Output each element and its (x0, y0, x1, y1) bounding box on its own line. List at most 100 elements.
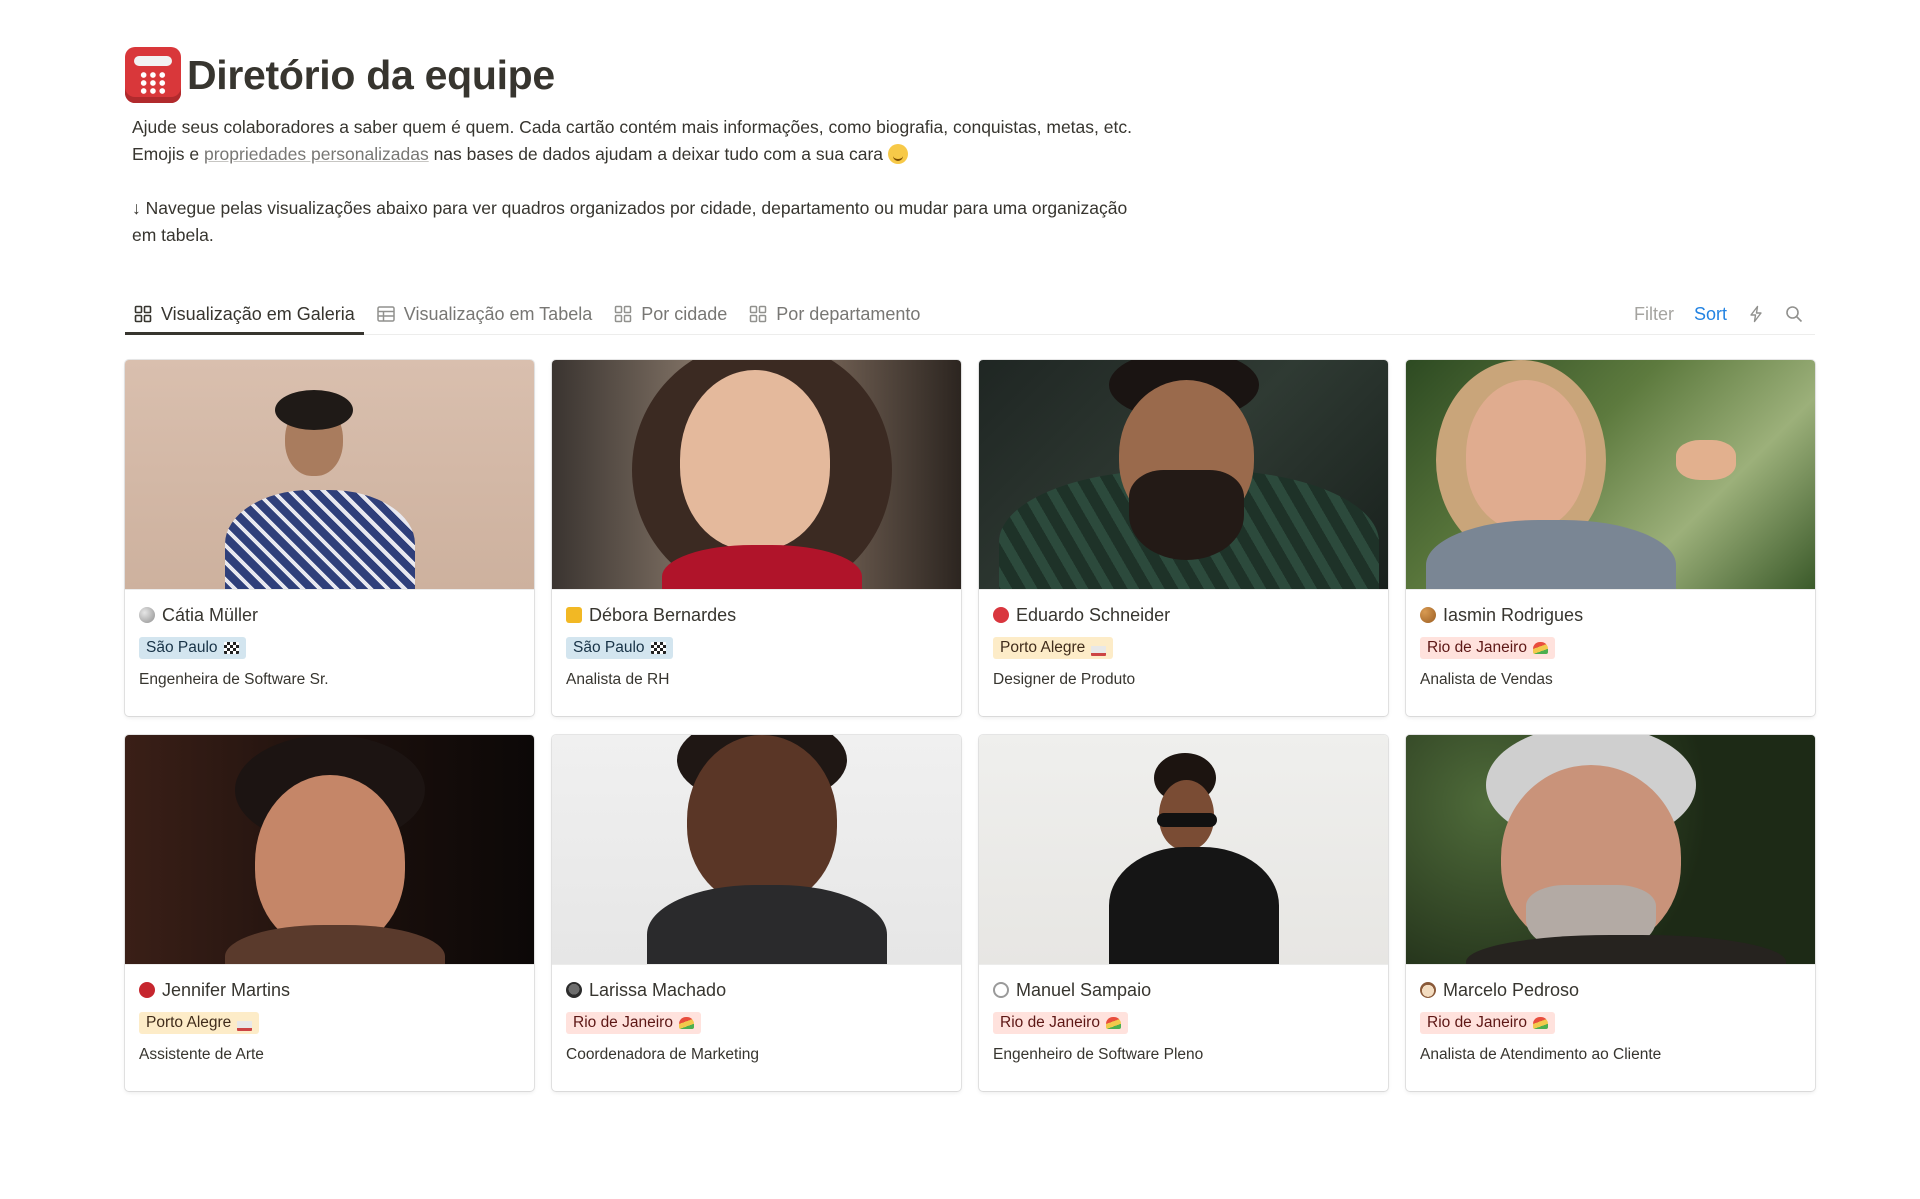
city-label: Rio de Janeiro (1427, 1014, 1527, 1031)
card-role: Coordenadora de Marketing (566, 1046, 760, 1063)
card-name: Débora Bernardes (589, 604, 737, 625)
card-title-row: Larissa Machado (566, 978, 947, 1002)
city-tag: Rio de Janeiro (1420, 637, 1555, 659)
city-tag: Rio de Janeiro (566, 1012, 701, 1034)
city-label: Porto Alegre (1000, 639, 1086, 656)
tab-gallery-view[interactable]: Visualização em Galeria (125, 294, 364, 335)
city-tag: Rio de Janeiro (993, 1012, 1128, 1034)
city-tag: São Paulo (139, 637, 246, 659)
city-tag: Porto Alegre (139, 1012, 260, 1034)
card-name: Jennifer Martins (162, 979, 291, 1000)
city-label: Rio de Janeiro (573, 1014, 673, 1031)
gallery-grid-icon (134, 305, 152, 323)
city-label: Rio de Janeiro (1000, 1014, 1100, 1031)
bathtub-icon (1091, 640, 1107, 656)
card-cover-photo (1406, 360, 1815, 590)
gallery-card[interactable]: Eduardo Schneider Porto Alegre Designer … (979, 360, 1388, 716)
bathtub-icon (237, 1015, 253, 1031)
card-role: Engenheiro de Software Pleno (993, 1046, 1204, 1063)
card-cover-photo (552, 735, 961, 965)
card-name: Larissa Machado (589, 979, 727, 1000)
beach-umbrella-icon (1532, 1017, 1548, 1029)
gallery-card[interactable]: Débora Bernardes São Paulo Analista de R… (552, 360, 961, 716)
title-row: Diretório da equipe (125, 42, 1815, 108)
beach-umbrella-icon (1532, 642, 1548, 654)
custom-properties-link[interactable]: propriedades personalizadas (204, 144, 429, 164)
tab-label: Por cidade (641, 303, 728, 324)
card-name: Cátia Müller (162, 604, 259, 625)
card-cover-photo (1406, 735, 1815, 965)
card-role: Analista de Atendimento ao Cliente (1420, 1046, 1662, 1063)
cookie-icon (1420, 607, 1436, 623)
tab-by-department[interactable]: Por departamento (740, 294, 929, 334)
table-icon (377, 306, 395, 322)
checkered-flag-icon (650, 642, 666, 654)
card-cover-photo (979, 360, 1388, 590)
card-role: Assistente de Arte (139, 1046, 264, 1063)
card-cover-photo (552, 360, 961, 590)
card-title-row: Manuel Sampaio (993, 978, 1374, 1002)
tab-by-city[interactable]: Por cidade (605, 294, 736, 334)
board-grid-icon (750, 305, 767, 323)
tab-label: Por departamento (776, 303, 921, 324)
card-cover-photo (125, 735, 534, 965)
tab-label: Visualização em Tabela (403, 303, 593, 324)
card-title-row: Débora Bernardes (566, 603, 947, 627)
gallery-card[interactable]: Marcelo Pedroso Rio de Janeiro Analista … (1406, 735, 1815, 1091)
ping-pong-icon (993, 607, 1009, 623)
headphones-icon (993, 982, 1009, 998)
search-icon[interactable] (1785, 305, 1803, 323)
city-label: São Paulo (146, 639, 218, 656)
tab-label: Visualização em Galeria (161, 303, 355, 324)
card-title-row: Cátia Müller (139, 603, 520, 627)
navigation-hint: ↓ Navegue pelas visualizações abaixo par… (132, 198, 1128, 245)
beach-umbrella-icon (678, 1017, 694, 1029)
gallery-card[interactable]: Manuel Sampaio Rio de Janeiro Engenheiro… (979, 735, 1388, 1091)
card-cover-photo (125, 360, 534, 590)
filter-button[interactable]: Filter (1634, 304, 1674, 325)
city-tag: Porto Alegre (993, 637, 1114, 659)
checkered-flag-icon (223, 642, 239, 654)
gallery-card[interactable]: Cátia Müller São Paulo Engenheira de Sof… (125, 360, 534, 716)
page-title[interactable]: Diretório da equipe (187, 52, 555, 99)
card-title-row: Marcelo Pedroso (1420, 978, 1801, 1002)
page-content: Diretório da equipe Ajude seus colaborad… (125, 42, 1815, 1091)
card-title-row: Eduardo Schneider (993, 603, 1374, 627)
winking-face-icon (887, 144, 908, 164)
description-paragraph: Ajude seus colaboradores a saber quem é … (132, 114, 1132, 168)
card-role: Designer de Produto (993, 671, 1136, 688)
lightning-icon[interactable] (1747, 305, 1765, 323)
gallery-card[interactable]: Larissa Machado Rio de Janeiro Coordenad… (552, 735, 961, 1091)
page-description: Ajude seus colaboradores a saber quem é … (132, 114, 1132, 249)
description-text-end: nas bases de dados ajudam a deixar tudo … (428, 144, 888, 164)
view-tabs-bar: Visualização em Galeria Visualização em … (125, 294, 1815, 335)
city-label: Rio de Janeiro (1427, 639, 1527, 656)
gallery-card[interactable]: Iasmin Rodrigues Rio de Janeiro Analista… (1406, 360, 1815, 716)
tab-table-view[interactable]: Visualização em Tabela (368, 294, 601, 334)
card-name: Eduardo Schneider (1016, 604, 1171, 625)
gallery-grid: Cátia Müller São Paulo Engenheira de Sof… (125, 360, 1815, 1091)
beach-umbrella-icon (1105, 1017, 1121, 1029)
card-title-row: Iasmin Rodrigues (1420, 603, 1801, 627)
dog-face-icon (1420, 982, 1436, 998)
card-role: Analista de Vendas (1420, 671, 1553, 688)
card-name: Iasmin Rodrigues (1443, 604, 1584, 625)
crown-icon (566, 607, 582, 623)
card-role: Analista de RH (566, 671, 670, 688)
card-name: Marcelo Pedroso (1443, 979, 1580, 1000)
moon-icon (139, 607, 155, 623)
card-role: Engenheira de Software Sr. (139, 671, 329, 688)
sort-button[interactable]: Sort (1694, 304, 1727, 325)
raccoon-icon (566, 982, 582, 998)
board-grid-icon (614, 305, 632, 323)
city-tag: São Paulo (566, 637, 673, 659)
city-tag: Rio de Janeiro (1420, 1012, 1555, 1034)
rose-icon (139, 982, 155, 998)
telephone-icon[interactable] (125, 47, 181, 103)
card-cover-photo (979, 735, 1388, 965)
gallery-card[interactable]: Jennifer Martins Porto Alegre Assistente… (125, 735, 534, 1091)
city-label: São Paulo (573, 639, 645, 656)
card-name: Manuel Sampaio (1016, 979, 1152, 1000)
city-label: Porto Alegre (146, 1014, 232, 1031)
view-actions: Filter Sort (1634, 304, 1815, 325)
